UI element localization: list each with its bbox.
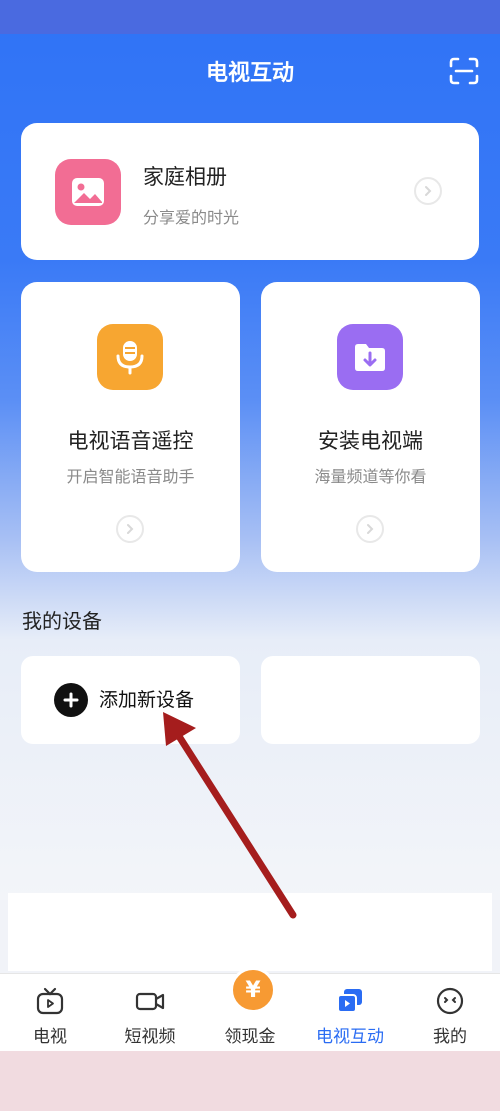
install-tv-title: 安装电视端	[318, 429, 423, 453]
chevron-right-icon	[356, 515, 384, 543]
tab-tv-interaction[interactable]: 电视互动	[300, 974, 400, 1052]
album-title: 家庭相册	[143, 165, 227, 189]
photo-icon	[55, 159, 121, 225]
tab-label: 领现金	[224, 1027, 276, 1047]
install-tv-subtitle: 海量频道等你看	[314, 467, 427, 486]
add-device-button[interactable]: 添加新设备	[21, 656, 240, 744]
empty-device-slot	[261, 656, 480, 744]
video-camera-icon	[135, 986, 165, 1016]
smile-face-icon	[435, 986, 465, 1016]
tab-label: 电视互动	[316, 1027, 384, 1047]
tab-short-video[interactable]: 短视频	[100, 974, 200, 1052]
tab-label: 我的	[433, 1027, 467, 1047]
chevron-right-icon	[414, 177, 442, 205]
install-tv-card[interactable]: 安装电视端 海量频道等你看	[261, 282, 480, 572]
folder-download-icon	[337, 324, 403, 390]
my-devices-heading: 我的设备	[22, 609, 102, 633]
screen-cast-icon	[335, 986, 365, 1016]
voice-remote-card[interactable]: 电视语音遥控 开启智能语音助手	[21, 282, 240, 572]
status-bar	[0, 0, 500, 34]
voice-remote-title: 电视语音遥控	[67, 429, 194, 453]
tab-tv[interactable]: 电视	[0, 974, 100, 1052]
tv-icon	[35, 986, 65, 1016]
tab-mine[interactable]: 我的	[400, 974, 500, 1052]
scan-icon[interactable]	[448, 56, 480, 86]
album-subtitle: 分享爱的时光	[143, 208, 240, 227]
page-title: 电视互动	[205, 61, 294, 86]
tab-label: 短视频	[124, 1027, 176, 1047]
tab-label: 电视	[33, 1027, 67, 1047]
microphone-icon	[97, 324, 163, 390]
chevron-right-icon	[116, 515, 144, 543]
bottom-area	[0, 1051, 500, 1111]
content-spacer	[8, 893, 492, 971]
add-device-label: 添加新设备	[99, 689, 195, 711]
plus-icon	[54, 683, 88, 717]
coin-icon[interactable]: ¥	[230, 967, 276, 1013]
voice-remote-subtitle: 开启智能语音助手	[66, 467, 195, 486]
family-album-card[interactable]: 家庭相册 分享爱的时光	[21, 123, 479, 260]
